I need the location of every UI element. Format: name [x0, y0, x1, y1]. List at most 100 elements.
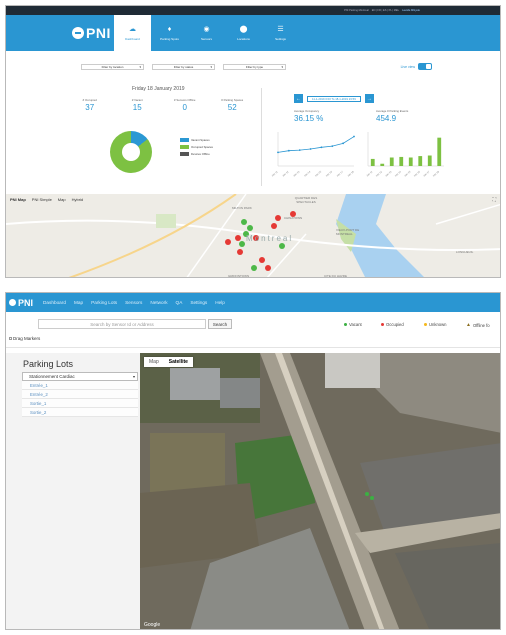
logout-link[interactable]: Lavalle Mbiyele	[402, 9, 420, 12]
occupancy-point	[320, 146, 323, 149]
occupancy-point	[287, 149, 290, 152]
donut-legend: Vacant Spaces Occupied Spaces Devices Of…	[180, 138, 213, 159]
tab-sensors[interactable]: ◉ Sensors	[188, 15, 225, 51]
pni-logo-icon	[9, 299, 16, 306]
search-bar: Search by Sensor Id or Address Search Va…	[6, 312, 500, 336]
dashboard-map[interactable]: MILTON PARK QUARTIER DES SPECTACLES CHIN…	[6, 194, 500, 278]
type-filter[interactable]: Filter by type ▾	[223, 64, 286, 70]
x-tick-label: Jan 16	[325, 170, 333, 178]
tab-map[interactable]: Map	[144, 359, 164, 365]
language-links[interactable]: EN | FR | ES | PL | MEL	[372, 9, 399, 12]
map-type-tabs: PNI Map PNI Simple Map Hybrid	[10, 197, 83, 202]
tab-settings[interactable]: ☰ Settings	[262, 15, 299, 51]
panel-divider	[261, 88, 262, 186]
drag-markers[interactable]: Drag Markers	[9, 336, 40, 341]
parking-events-bar-chart: Jan 11 Jan 12 Jan 13 Jan 14 Jan 15 Jan 16 Jan …	[366, 132, 444, 178]
stat-offline: # Sensors Offline 0	[174, 98, 196, 112]
pni-logo-icon	[72, 27, 84, 39]
map-label-chinatown: CHINATOWN	[284, 216, 303, 220]
map-label-longueuil: LONGUEUIL	[456, 250, 474, 254]
status-offline: ▲ Offline fo	[466, 322, 490, 328]
drag-markers-checkbox[interactable]	[9, 337, 12, 340]
menu-network[interactable]: Network	[150, 300, 167, 305]
parking-events-bar	[418, 156, 423, 166]
fullscreen-icon[interactable]: ⛶	[492, 197, 496, 203]
parking-events-bar	[399, 156, 404, 166]
drag-markers-label: Drag Markers	[13, 336, 41, 341]
x-tick-label: Jan 18	[347, 170, 355, 178]
main-navbar: PNI Dashboard Map Parking Lots Sensors N…	[6, 293, 500, 312]
pni-logo[interactable]: PNI	[72, 25, 111, 41]
sensor-icon: ◉	[203, 25, 210, 33]
tab-hybrid[interactable]: Hybrid	[72, 197, 84, 202]
x-tick-label: Jan 11	[366, 170, 374, 177]
lot-item-entree-1[interactable]: Entrée_1	[22, 381, 138, 390]
legend-occupied: Occupied Spaces	[180, 145, 213, 149]
menu-map[interactable]: Map	[74, 300, 83, 305]
lot-item-sortie-2[interactable]: Sortie_2	[22, 408, 138, 417]
menu-qa[interactable]: QA	[176, 300, 183, 305]
dashboard-tabs: ☁ Dashboard ♦ Parking Spots ◉ Sensors ⬤ Loca…	[114, 15, 299, 51]
location-icon: ⬤	[239, 25, 248, 33]
menu-parking-lots[interactable]: Parking Lots	[91, 300, 117, 305]
location-filter[interactable]: Filter by location ▾	[81, 64, 144, 70]
divider	[6, 347, 500, 348]
x-tick-label: Jan 11	[271, 170, 279, 177]
tab-pni-simple[interactable]: PNI Simple	[32, 197, 52, 202]
parking-lots-title: Parking Lots	[23, 359, 74, 369]
menu-dashboard[interactable]: Dashboard	[43, 300, 66, 305]
pin-icon: ♦	[167, 25, 172, 33]
x-tick-label: Jan 14	[304, 170, 312, 178]
x-tick-label: Jan 17	[423, 170, 431, 178]
x-tick-label: Jan 13	[293, 170, 301, 178]
x-tick-label: Jan 12	[282, 170, 290, 178]
search-button[interactable]: Search	[208, 319, 232, 329]
filter-bar: Filter by location ▾ Filter by status ▾ Fi…	[6, 51, 500, 83]
map-label-quartier: QUARTIER DES SPECTACLES	[294, 196, 318, 204]
satellite-imagery	[140, 353, 500, 629]
occupancy-point	[353, 135, 355, 138]
tab-parking-spots[interactable]: ♦ Parking Spots	[151, 15, 188, 51]
avg-parking-events: Average # Parking Events 454.9	[376, 109, 409, 123]
chevron-down-icon: ▾	[281, 65, 283, 69]
tab-satellite[interactable]: Satellite	[164, 359, 193, 365]
tab-map[interactable]: Map	[58, 197, 66, 202]
date-range-text[interactable]: 11-1-2019 0:00 To 18-1-2019 23:59	[307, 95, 361, 102]
x-tick-label: Jan 15	[314, 170, 322, 178]
occupancy-line-chart: Jan 11 Jan 12 Jan 13 Jan 14 Jan 15 Jan 16 Jan …	[271, 132, 355, 178]
parking-events-bar	[437, 137, 442, 166]
tab-dashboard[interactable]: ☁ Dashboard	[114, 15, 151, 51]
tab-locations[interactable]: ⬤ Locations	[225, 15, 262, 51]
map-label-milton-park: MILTON PARK	[232, 206, 252, 210]
prev-range-button[interactable]: ←	[294, 94, 303, 103]
lot-item-entree-2[interactable]: Entrée_2	[22, 390, 138, 399]
dashboard-navbar: PNI ☁ Dashboard ♦ Parking Spots ◉ Sensors ⬤…	[6, 15, 500, 51]
parking-events-bar	[370, 158, 375, 166]
current-date: Friday 18 January 2019	[132, 86, 185, 92]
search-input[interactable]: Search by Sensor Id or Address	[38, 319, 206, 329]
parking-events-bar	[408, 157, 413, 166]
warning-icon: ▲	[466, 322, 471, 328]
menu-sensors[interactable]: Sensors	[125, 300, 142, 305]
parking-lot-select[interactable]: Stationnement Cardiac ▾	[22, 372, 138, 381]
google-attribution: Google	[144, 622, 161, 628]
occupancy-point	[298, 149, 301, 152]
pni-logo[interactable]: PNI	[9, 298, 33, 308]
main-menu: Dashboard Map Parking Lots Sensors Netwo…	[43, 300, 225, 305]
next-range-button[interactable]: →	[364, 94, 374, 103]
menu-help[interactable]: Help	[215, 300, 225, 305]
date-range: ← 11-1-2019 0:00 To 18-1-2019 23:59 →	[294, 94, 374, 103]
tab-pni-map[interactable]: PNI Map	[10, 197, 26, 202]
map-label-cite-du-havre: CITE DU HAVRE	[324, 274, 347, 278]
live-view-toggle[interactable]	[418, 63, 432, 70]
menu-settings[interactable]: Settings	[190, 300, 207, 305]
occupancy-point	[331, 145, 334, 148]
chevron-down-icon: ▾	[210, 65, 212, 69]
status-filter[interactable]: Filter by status ▾	[152, 64, 215, 70]
parking-events-bar	[380, 163, 385, 166]
lot-item-sortie-1[interactable]: Sortie_1	[22, 399, 138, 408]
parking-events-bar	[427, 155, 432, 166]
satellite-map[interactable]: Map Satellite Google	[140, 353, 500, 629]
status-occupied: Occupied	[381, 322, 404, 327]
legend-vacant: Vacant Spaces	[180, 138, 213, 142]
